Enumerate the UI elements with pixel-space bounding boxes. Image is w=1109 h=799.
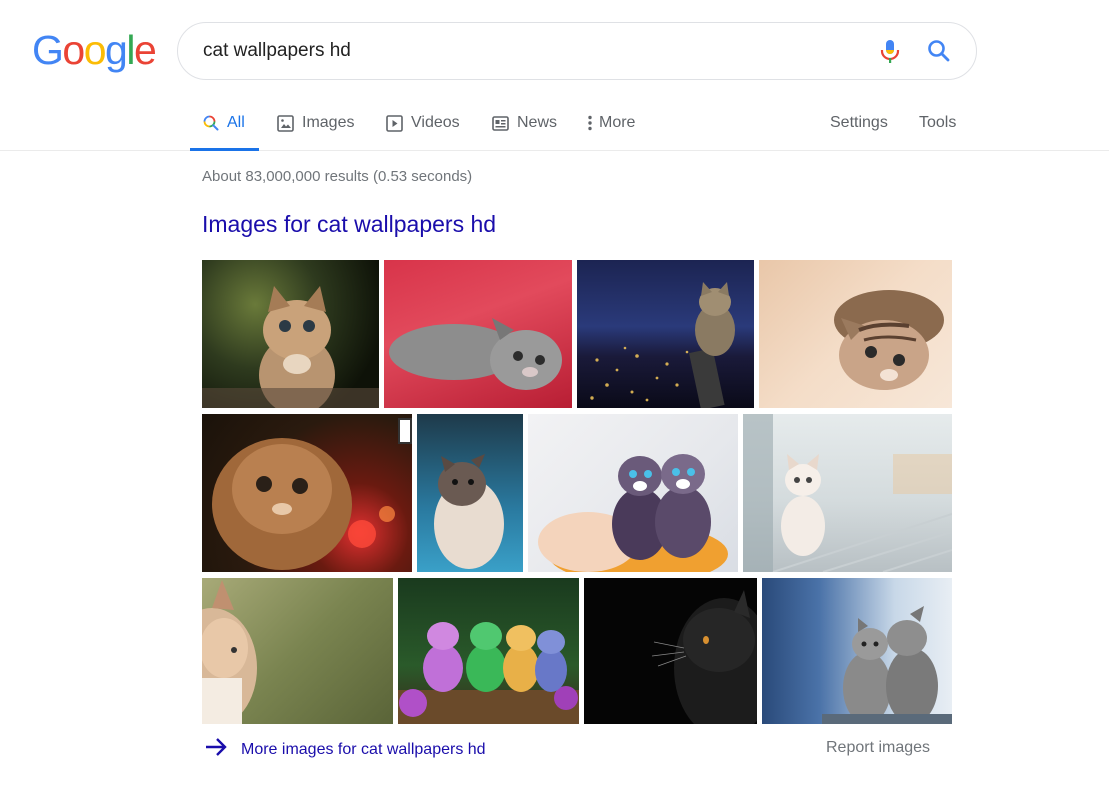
search-button-icon[interactable] [926, 38, 952, 64]
image-thumbnail-fluffy-kitten-lights[interactable] [202, 414, 412, 572]
tab-label: More [599, 114, 636, 131]
image-thumbnail-kitten-lying[interactable] [759, 260, 952, 408]
play-icon [386, 114, 403, 132]
tab-label: News [517, 114, 558, 131]
tab-label: All [227, 114, 245, 131]
google-logo[interactable]: Google [32, 27, 157, 73]
logo-letter: o [62, 27, 85, 73]
tab-label: Images [302, 114, 355, 131]
image-thumbnail-black-cat-dark[interactable] [584, 578, 757, 724]
image-thumbnail-two-tabby-kittens[interactable] [762, 578, 952, 724]
image-thumbnail-cat-profile-green[interactable] [202, 578, 393, 724]
newspaper-icon [492, 115, 509, 131]
search-input[interactable] [203, 37, 843, 65]
images-section-title[interactable]: Images for cat wallpapers hd [202, 211, 496, 238]
logo-letter: o [83, 27, 107, 73]
logo-letter: l [126, 27, 135, 73]
tab-all[interactable]: All [190, 96, 259, 151]
tab-images[interactable]: Images [277, 96, 354, 150]
arrow-right-icon [204, 735, 228, 764]
logo-letter: e [133, 27, 157, 73]
logo-letter: g [105, 27, 128, 73]
tab-label: Tools [919, 114, 957, 131]
tab-videos[interactable]: Videos [386, 96, 460, 150]
tab-more[interactable]: More [588, 96, 635, 150]
tab-tools[interactable]: Tools [919, 96, 956, 150]
tab-label: Settings [830, 114, 888, 131]
tab-news[interactable]: News [492, 96, 557, 150]
logo-letter: G [32, 27, 64, 73]
tab-label: Videos [411, 114, 460, 131]
more-images-link[interactable]: More images for cat wallpapers hd [204, 735, 486, 764]
tab-settings[interactable]: Settings [830, 96, 888, 150]
more-images-label: More images for cat wallpapers hd [241, 740, 486, 758]
search-icon [203, 115, 219, 131]
search-tabs: All Images Videos News More Settings Too… [0, 96, 1109, 151]
result-stats: About 83,000,000 results (0.53 seconds) [202, 168, 473, 185]
image-thumbnail-cat-city-night[interactable] [577, 260, 754, 408]
report-images-link[interactable]: Report images [826, 739, 930, 757]
image-thumbnail-white-kitten-floor[interactable] [743, 414, 952, 572]
vertical-dots-icon [588, 115, 592, 131]
image-thumbnail-kitten-blue-background[interactable] [417, 414, 523, 572]
search-box [177, 22, 977, 80]
microphone-icon[interactable] [878, 39, 902, 65]
image-thumbnail-colorful-kittens[interactable] [398, 578, 579, 724]
image-thumbnail-two-kittens-hand[interactable] [528, 414, 738, 572]
image-thumbnail-gray-kitten-red-blanket[interactable] [384, 260, 572, 408]
image-thumbnail-kitten-praying[interactable] [202, 260, 379, 408]
image-icon [277, 114, 294, 132]
